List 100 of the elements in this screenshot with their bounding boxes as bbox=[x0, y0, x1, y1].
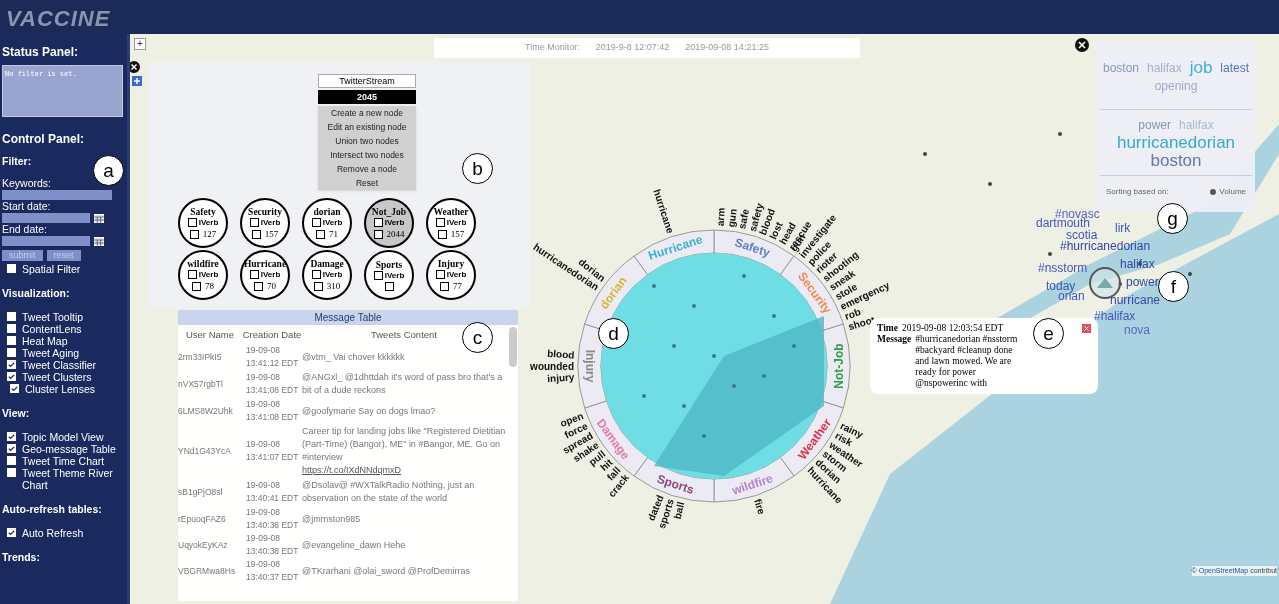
node-count: 157 bbox=[264, 229, 279, 239]
checkbox[interactable] bbox=[311, 270, 321, 279]
cluster-word[interactable]: power bbox=[1126, 276, 1159, 289]
topic-node[interactable]: Safety IVerb 127 bbox=[178, 198, 228, 248]
scrollbar[interactable] bbox=[509, 327, 517, 367]
cluster-word[interactable]: today bbox=[1046, 280, 1076, 293]
menu-item[interactable]: Remove a node bbox=[337, 162, 397, 176]
tweet-link[interactable]: https://t.co/IXdNNdqmxD bbox=[302, 465, 402, 475]
cluster-word[interactable]: onan bbox=[1058, 290, 1085, 303]
cluster-word[interactable]: lirk bbox=[1115, 222, 1131, 235]
keyword-label: injury bbox=[546, 371, 575, 385]
app-logo: VACCINE bbox=[6, 8, 111, 30]
section-heading: Visualization: bbox=[2, 287, 71, 299]
close-icon[interactable] bbox=[1075, 38, 1089, 52]
checkbox[interactable] bbox=[373, 229, 383, 239]
node-count: 310 bbox=[326, 281, 341, 291]
cluster-word[interactable]: dartmouth bbox=[1036, 217, 1091, 230]
checkbox-label: Spatial Filter bbox=[22, 263, 81, 275]
table-cell-text: YNd1G43YcA bbox=[178, 444, 232, 458]
verb-label: IVerb bbox=[198, 218, 219, 227]
checkbox[interactable] bbox=[311, 218, 321, 227]
topic-node[interactable]: Not_Job IVerb 2044 bbox=[364, 198, 414, 248]
end-time: 2019-09-08 14:21:25 bbox=[685, 41, 769, 55]
menu-item[interactable]: Intersect two nodes bbox=[330, 148, 404, 162]
tweet-message: #hurricanedorian #nsstorm #backyard #cleanup done and lawn mowed. We are ready for power @nspowerinc with bbox=[915, 334, 1019, 389]
verb-label: IVerb bbox=[198, 270, 219, 279]
cluster-word[interactable]: nova bbox=[1124, 324, 1151, 337]
checkbox[interactable] bbox=[187, 270, 197, 279]
checkbox-label: Tweet Theme River Chart bbox=[22, 467, 114, 491]
checkbox[interactable] bbox=[249, 218, 259, 227]
calendar-icon[interactable] bbox=[94, 213, 104, 223]
topic-node[interactable]: Security IVerb 157 bbox=[240, 198, 290, 248]
checkbox[interactable] bbox=[373, 218, 383, 227]
node-count: 78 bbox=[205, 281, 214, 291]
checkbox[interactable] bbox=[313, 281, 323, 291]
checkbox[interactable] bbox=[189, 229, 199, 239]
checkbox[interactable] bbox=[192, 281, 201, 291]
topic-node[interactable]: Hurricane IVerb 70 bbox=[240, 250, 290, 300]
table-cell-text: VBGRMwa8Hs bbox=[178, 564, 237, 578]
cloud-word[interactable]: latest bbox=[1220, 58, 1250, 77]
topic-node[interactable]: dorian IVerb 71 bbox=[302, 198, 352, 248]
menu-item[interactable]: Edit an existing node bbox=[327, 120, 407, 134]
checkbox[interactable] bbox=[435, 218, 445, 227]
cluster-word[interactable]: #halifax bbox=[1094, 310, 1136, 323]
node-count: 127 bbox=[202, 229, 217, 239]
menu-item[interactable]: Reset bbox=[355, 176, 379, 190]
keyword-label: gun bbox=[725, 208, 739, 228]
topic-node[interactable]: Injury IVerb 77 bbox=[426, 250, 476, 300]
menu-item[interactable]: Create a new node bbox=[331, 106, 403, 120]
checkbox[interactable] bbox=[251, 229, 261, 239]
checkbox-label: Tweet Clusters bbox=[22, 371, 92, 383]
node-count: 70 bbox=[267, 281, 276, 291]
input-field[interactable] bbox=[2, 190, 112, 200]
table-cell-text: 6LMS8W2Uhk bbox=[178, 404, 234, 418]
panel-heading: Status Panel: bbox=[2, 46, 80, 58]
node-name: Not_Job bbox=[371, 207, 407, 218]
column-header: Tweets Content bbox=[371, 328, 437, 342]
checkbox[interactable] bbox=[187, 218, 197, 227]
menu-item[interactable]: Union two nodes bbox=[335, 134, 399, 148]
column-header: User Name bbox=[185, 328, 234, 342]
topic-node[interactable]: Sports IVerb bbox=[364, 250, 414, 300]
time-monitor-label: Time Monitor: bbox=[525, 41, 580, 55]
checkbox[interactable] bbox=[249, 270, 259, 279]
radio-label: Volume bbox=[1219, 186, 1246, 198]
verb-label: IVerb bbox=[384, 218, 405, 227]
checkbox[interactable] bbox=[435, 270, 445, 279]
checkbox-label: Geo-message Table bbox=[22, 443, 116, 455]
cluster-word[interactable]: halifax bbox=[1120, 258, 1155, 271]
cluster-word[interactable]: scotia bbox=[1066, 229, 1098, 242]
input-field[interactable] bbox=[2, 213, 90, 223]
topic-node[interactable]: wildfire IVerb 78 bbox=[178, 250, 228, 300]
close-icon[interactable] bbox=[130, 61, 140, 73]
checkbox[interactable] bbox=[440, 281, 449, 291]
cluster-word[interactable]: hurricane bbox=[1110, 294, 1161, 307]
topic-node[interactable]: Weather IVerb 157 bbox=[426, 198, 476, 248]
table-cell: @goofymarie Say on dogs lmao? bbox=[302, 405, 436, 416]
count-label: 2045 bbox=[318, 90, 416, 104]
table-cell-text: 19-09-08 13:40:41 EDT bbox=[245, 479, 300, 505]
input-field[interactable] bbox=[2, 236, 90, 246]
topic-node[interactable]: Damage IVerb 310 bbox=[302, 250, 352, 300]
zoom-button[interactable]: + bbox=[134, 38, 146, 50]
cluster-word[interactable]: #hurricanedorian bbox=[1060, 240, 1151, 253]
table-cell: @vtm_ Vai chover kkkkkk bbox=[302, 351, 405, 362]
checkbox-label: Topic Model View bbox=[22, 431, 104, 443]
plus-icon[interactable] bbox=[132, 76, 142, 86]
verb-label: IVerb bbox=[446, 218, 467, 227]
checkbox[interactable] bbox=[437, 229, 447, 239]
radio-button[interactable] bbox=[1210, 189, 1217, 195]
checkbox[interactable] bbox=[384, 281, 394, 291]
cluster-word[interactable]: #nsstorm bbox=[1038, 262, 1088, 275]
verb-label: IVerb bbox=[384, 270, 405, 280]
calendar-icon[interactable] bbox=[94, 236, 104, 246]
checkbox[interactable] bbox=[373, 270, 383, 280]
checkbox[interactable] bbox=[316, 229, 325, 239]
field-label: Keywords: bbox=[2, 177, 53, 190]
cloud-word[interactable]: boston bbox=[1150, 151, 1202, 170]
sort-label: Sorting based on: bbox=[1106, 186, 1169, 198]
checkbox[interactable] bbox=[254, 281, 263, 291]
keyword-label: fire bbox=[752, 497, 768, 516]
verb-label: IVerb bbox=[322, 218, 343, 227]
